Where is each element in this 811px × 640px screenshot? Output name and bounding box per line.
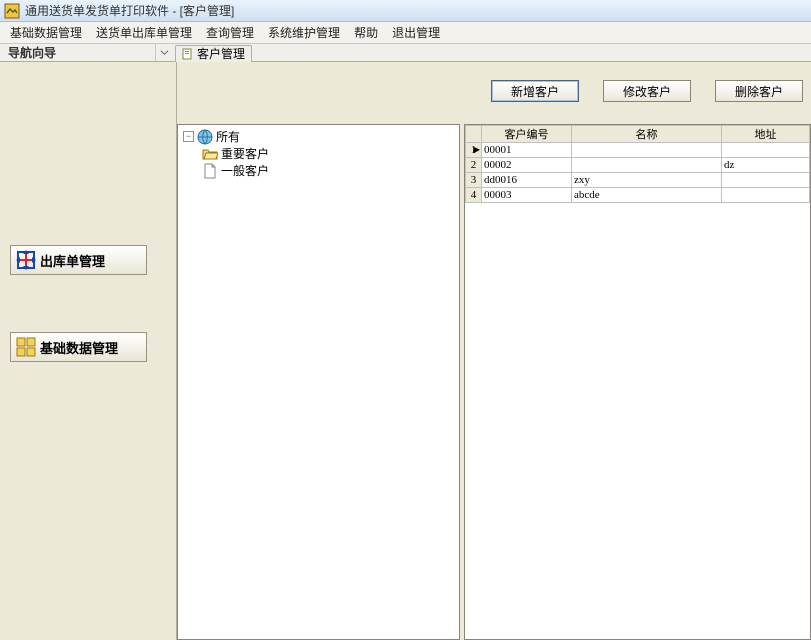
menu-exit[interactable]: 退出管理 — [392, 24, 440, 41]
cell-code[interactable]: 00001 — [482, 143, 572, 158]
cell-name[interactable] — [572, 143, 722, 158]
table-row[interactable]: 1 00001 — [466, 143, 810, 158]
toolbar-row: 导航向导 客户管理 — [0, 44, 811, 62]
col-code[interactable]: 客户编号 — [482, 126, 572, 143]
workspace: 出库单管理 基础数据管理 新增客户 修改客户 删除客户 − 所有 — [0, 62, 811, 640]
menu-system[interactable]: 系统维护管理 — [268, 24, 340, 41]
nav-wizard-label: 导航向导 — [0, 44, 155, 61]
customer-grid: 客户编号 名称 地址 1 00001 2 00002 dz 3 — [464, 124, 811, 640]
window-title: 通用送货单发货单打印软件 - [客户管理] — [25, 2, 234, 19]
rownum-cell: 3 — [466, 173, 482, 188]
sidebar-btn-label: 基础数据管理 — [40, 338, 118, 357]
tab-label: 客户管理 — [197, 45, 245, 62]
sidebar-splitter[interactable] — [172, 62, 176, 640]
sidebar-btn-basic-data[interactable]: 基础数据管理 — [10, 332, 147, 362]
delete-customer-button[interactable]: 删除客户 — [715, 80, 803, 102]
menu-delivery[interactable]: 送货单出库单管理 — [96, 24, 192, 41]
menu-basic-data[interactable]: 基础数据管理 — [10, 24, 82, 41]
sidebar-btn-label: 出库单管理 — [40, 251, 105, 270]
rownum-header — [466, 126, 482, 143]
cell-addr[interactable] — [722, 143, 810, 158]
title-bar: 通用送货单发货单打印软件 - [客户管理] — [0, 0, 811, 22]
document-icon — [202, 163, 218, 179]
cell-addr[interactable]: dz — [722, 158, 810, 173]
add-customer-button[interactable]: 新增客户 — [491, 80, 579, 102]
rownum-cell: 2 — [466, 158, 482, 173]
tree-root[interactable]: − 所有 — [180, 128, 457, 145]
tree-important-label: 重要客户 — [221, 145, 269, 162]
category-tree: − 所有 重要客户 一般客户 — [177, 124, 460, 640]
col-addr[interactable]: 地址 — [722, 126, 810, 143]
outbound-icon — [14, 248, 38, 272]
sidebar-btn-outbound[interactable]: 出库单管理 — [10, 245, 147, 275]
cell-addr[interactable] — [722, 173, 810, 188]
tab-doc-icon — [182, 48, 194, 60]
table-row[interactable]: 2 00002 dz — [466, 158, 810, 173]
globe-icon — [197, 129, 213, 145]
rownum-cell: 1 — [466, 143, 482, 158]
cell-code[interactable]: 00003 — [482, 188, 572, 203]
table-row[interactable]: 3 dd0016 zxy — [466, 173, 810, 188]
sidebar: 出库单管理 基础数据管理 — [0, 62, 177, 640]
table-row[interactable]: 4 00003 abcde — [466, 188, 810, 203]
cell-name[interactable] — [572, 158, 722, 173]
tree-collapse-icon[interactable]: − — [183, 131, 194, 142]
cell-name[interactable]: zxy — [572, 173, 722, 188]
cell-addr[interactable] — [722, 188, 810, 203]
tree-normal[interactable]: 一般客户 — [180, 162, 457, 179]
menu-query[interactable]: 查询管理 — [206, 24, 254, 41]
edit-customer-button[interactable]: 修改客户 — [603, 80, 691, 102]
cell-code[interactable]: 00002 — [482, 158, 572, 173]
tree-root-label: 所有 — [216, 128, 240, 145]
cell-name[interactable]: abcde — [572, 188, 722, 203]
menu-bar: 基础数据管理 送货单出库单管理 查询管理 系统维护管理 帮助 退出管理 — [0, 22, 811, 44]
basic-data-icon — [14, 335, 38, 359]
menu-help[interactable]: 帮助 — [354, 24, 378, 41]
table-header-row: 客户编号 名称 地址 — [466, 126, 810, 143]
customer-table[interactable]: 客户编号 名称 地址 1 00001 2 00002 dz 3 — [465, 125, 810, 203]
tree-important[interactable]: 重要客户 — [180, 145, 457, 162]
cell-code[interactable]: dd0016 — [482, 173, 572, 188]
tree-normal-label: 一般客户 — [221, 162, 269, 179]
folder-open-icon — [202, 146, 218, 162]
nav-dropdown-icon[interactable] — [155, 44, 173, 61]
app-icon — [4, 3, 20, 19]
tab-host: 客户管理 — [173, 44, 811, 61]
action-button-bar: 新增客户 修改客户 删除客户 — [177, 80, 811, 108]
content-area: 新增客户 修改客户 删除客户 − 所有 重要客户 — [177, 62, 811, 640]
tab-customer-mgmt[interactable]: 客户管理 — [175, 45, 252, 62]
col-name[interactable]: 名称 — [572, 126, 722, 143]
rownum-cell: 4 — [466, 188, 482, 203]
